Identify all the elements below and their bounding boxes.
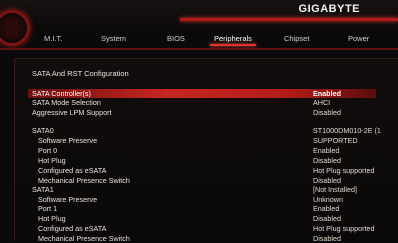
- setting-value[interactable]: Disabled: [313, 176, 341, 185]
- tab-peripherals[interactable]: Peripherals: [210, 34, 256, 46]
- setting-value[interactable]: Enabled: [313, 204, 339, 213]
- tab-mit[interactable]: M.I.T.: [44, 34, 62, 43]
- logo-emblem-icon: [0, 10, 30, 46]
- setting-label: Mechanical Presence Switch: [38, 176, 130, 185]
- setting-label: Aggressive LPM Support: [32, 108, 112, 117]
- setting-label: Configured as eSATA: [38, 224, 107, 233]
- setting-label: SATA Controller(s): [32, 89, 91, 98]
- setting-row[interactable]: Software Preserve SUPPORTED: [0, 136, 398, 145]
- setting-row[interactable]: Port 1 Enabled: [0, 204, 398, 213]
- setting-row[interactable]: Port 0 Enabled: [0, 146, 398, 155]
- setting-row[interactable]: SATA1 [Not Installed]: [0, 185, 398, 194]
- setting-label: Hot Plug: [38, 156, 66, 165]
- tab-bios[interactable]: BIOS: [167, 34, 185, 43]
- setting-value[interactable]: Unknown: [313, 195, 343, 204]
- setting-row[interactable]: SATA Controller(s) Enabled: [0, 89, 398, 98]
- setting-row[interactable]: Configured as eSATA Hot Plug supported: [0, 224, 398, 233]
- setting-label: Software Preserve: [38, 195, 98, 204]
- brand-accent-bar: [180, 18, 398, 21]
- setting-value[interactable]: SUPPORTED: [313, 136, 358, 145]
- brand-logo: GIGABYTE: [298, 3, 360, 15]
- setting-value[interactable]: Disabled: [313, 234, 341, 243]
- setting-label: SATA Mode Selection: [32, 98, 101, 107]
- tab-chipset[interactable]: Chipset: [284, 34, 309, 43]
- setting-value[interactable]: AHCI: [313, 98, 330, 107]
- setting-label: Port 0: [38, 146, 58, 155]
- setting-value[interactable]: Enabled: [313, 89, 341, 98]
- setting-label: Mechanical Presence Switch: [38, 234, 130, 243]
- setting-label: Port 1: [38, 204, 58, 213]
- tab-bar: M.I.T. System BIOS Peripherals Chipset P…: [28, 34, 398, 48]
- setting-row[interactable]: Aggressive LPM Support Disabled: [0, 108, 398, 117]
- setting-value[interactable]: Enabled: [313, 146, 339, 155]
- setting-row[interactable]: Hot Plug Disabled: [0, 156, 398, 165]
- section-title: SATA And RST Configuration: [32, 69, 129, 78]
- setting-row[interactable]: Hot Plug Disabled: [0, 214, 398, 223]
- tab-system[interactable]: System: [101, 34, 126, 43]
- setting-row[interactable]: Software Preserve Unknown: [0, 195, 398, 204]
- setting-row[interactable]: SATA0 ST1000DM010-2E (1: [0, 126, 398, 135]
- setting-value[interactable]: Disabled: [313, 108, 341, 117]
- setting-label: SATA1: [32, 185, 54, 194]
- tab-power[interactable]: Power: [348, 34, 369, 43]
- setting-value[interactable]: Disabled: [313, 214, 341, 223]
- setting-label: Hot Plug: [38, 214, 66, 223]
- setting-value[interactable]: Hot Plug supported: [313, 224, 375, 233]
- setting-value[interactable]: ST1000DM010-2E (1: [313, 126, 381, 135]
- tab-divider: [0, 48, 398, 50]
- setting-label: Software Preserve: [38, 136, 98, 145]
- setting-row[interactable]: SATA Mode Selection AHCI: [0, 98, 398, 107]
- setting-value[interactable]: Hot Plug supported: [313, 166, 375, 175]
- setting-row[interactable]: Mechanical Presence Switch Disabled: [0, 234, 398, 243]
- setting-value[interactable]: [Not Installed]: [313, 185, 357, 194]
- top-bar: GIGABYTE: [0, 0, 398, 46]
- setting-label: SATA0: [32, 126, 54, 135]
- setting-value[interactable]: Disabled: [313, 156, 341, 165]
- setting-row[interactable]: Mechanical Presence Switch Disabled: [0, 176, 398, 185]
- setting-row[interactable]: Configured as eSATA Hot Plug supported: [0, 166, 398, 175]
- setting-label: Configured as eSATA: [38, 166, 107, 175]
